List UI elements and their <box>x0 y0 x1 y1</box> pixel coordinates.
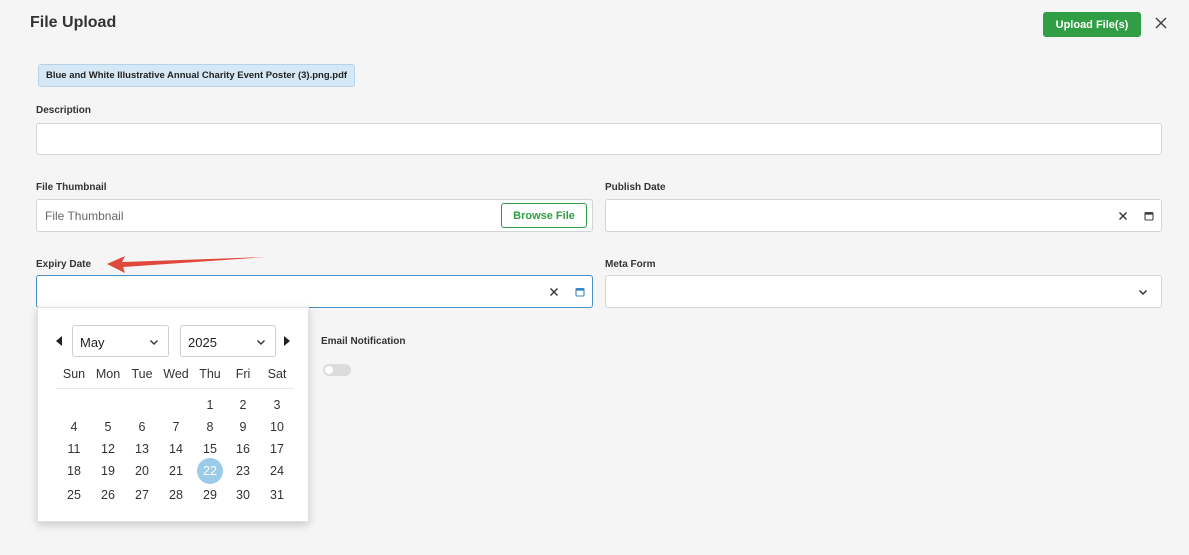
meta-form-label: Meta Form <box>605 259 656 270</box>
email-notification-label: Email Notification <box>321 336 406 347</box>
expiry-date-label: Expiry Date <box>36 259 92 270</box>
calendar-day[interactable]: 11 <box>61 438 87 460</box>
email-notification-toggle[interactable] <box>323 364 351 376</box>
clear-icon[interactable] <box>548 286 560 298</box>
calendar-icon[interactable] <box>1143 210 1155 222</box>
calendar-day[interactable]: 23 <box>230 460 256 482</box>
weekday-header: Thu <box>199 367 221 381</box>
calendar-day[interactable]: 18 <box>61 460 87 482</box>
weekday-header: Sun <box>62 367 86 381</box>
weekday-header: Wed <box>163 367 189 381</box>
calendar-day[interactable]: 1 <box>197 394 223 416</box>
meta-form-select[interactable] <box>605 275 1162 308</box>
calendar-day[interactable]: 8 <box>197 416 223 438</box>
year-value: 2025 <box>188 335 217 350</box>
calendar-day[interactable]: 12 <box>95 438 121 460</box>
previous-month-icon[interactable] <box>54 334 64 348</box>
calendar-day[interactable]: 10 <box>264 416 290 438</box>
clear-icon[interactable] <box>1117 210 1129 222</box>
publish-date-field[interactable] <box>605 199 1162 232</box>
calendar-day[interactable]: 4 <box>61 416 87 438</box>
publish-date-label: Publish Date <box>605 182 666 193</box>
year-select[interactable]: 2025 <box>180 325 276 357</box>
calendar-day[interactable]: 25 <box>61 484 87 506</box>
thumbnail-placeholder: File Thumbnail <box>45 209 124 223</box>
month-value: May <box>80 335 105 350</box>
description-field[interactable] <box>36 123 1162 155</box>
weekday-header: Mon <box>95 367 121 381</box>
expiry-date-field[interactable] <box>36 275 593 308</box>
calendar-day[interactable]: 5 <box>95 416 121 438</box>
chevron-down-icon <box>257 340 265 345</box>
annotation-arrow <box>107 256 267 273</box>
thumbnail-label: File Thumbnail <box>36 182 107 193</box>
close-icon[interactable] <box>1152 14 1170 32</box>
calendar-day[interactable]: 21 <box>163 460 189 482</box>
upload-files-button[interactable]: Upload File(s) <box>1043 12 1141 37</box>
toggle-knob <box>325 366 333 374</box>
calendar-day[interactable]: 17 <box>264 438 290 460</box>
thumbnail-field[interactable]: File Thumbnail Browse File <box>36 199 593 232</box>
chevron-down-icon <box>150 340 158 345</box>
calendar-day[interactable]: 13 <box>129 438 155 460</box>
calendar-day[interactable]: 30 <box>230 484 256 506</box>
chevron-down-icon <box>1138 289 1148 296</box>
calendar-day[interactable]: 28 <box>163 484 189 506</box>
calendar-day[interactable]: 2 <box>230 394 256 416</box>
calendar-day[interactable]: 31 <box>264 484 290 506</box>
calendar-day[interactable]: 15 <box>197 438 223 460</box>
calendar-day[interactable]: 7 <box>163 416 189 438</box>
browse-file-button[interactable]: Browse File <box>501 203 587 228</box>
file-chip: Blue and White Illustrative Annual Chari… <box>38 64 356 87</box>
calendar-day[interactable]: 27 <box>129 484 155 506</box>
weekday-divider <box>56 388 294 389</box>
calendar-day[interactable]: 26 <box>95 484 121 506</box>
weekday-header: Fri <box>235 367 251 381</box>
calendar-day[interactable]: 19 <box>95 460 121 482</box>
description-label: Description <box>36 105 92 116</box>
calendar-day[interactable]: 14 <box>163 438 189 460</box>
calendar-day[interactable]: 3 <box>264 394 290 416</box>
page-title: File Upload <box>30 14 117 31</box>
weekday-header: Tue <box>131 367 153 381</box>
calendar-day[interactable]: 9 <box>230 416 256 438</box>
month-select[interactable]: May <box>72 325 169 357</box>
calendar-day-selected[interactable]: 22 <box>197 458 223 484</box>
calendar-day[interactable]: 20 <box>129 460 155 482</box>
calendar-day[interactable]: 16 <box>230 438 256 460</box>
datepicker: May 2025 Sun Mon Tue Wed Thu Fri Sat 1 2 3 4 5 6 7 8 9 1… <box>37 307 309 522</box>
calendar-icon[interactable] <box>574 286 586 298</box>
calendar-day[interactable]: 24 <box>264 460 290 482</box>
weekday-header: Sat <box>267 367 287 381</box>
next-month-icon[interactable] <box>282 334 292 348</box>
calendar-day[interactable]: 6 <box>129 416 155 438</box>
calendar-day[interactable]: 29 <box>197 484 223 506</box>
